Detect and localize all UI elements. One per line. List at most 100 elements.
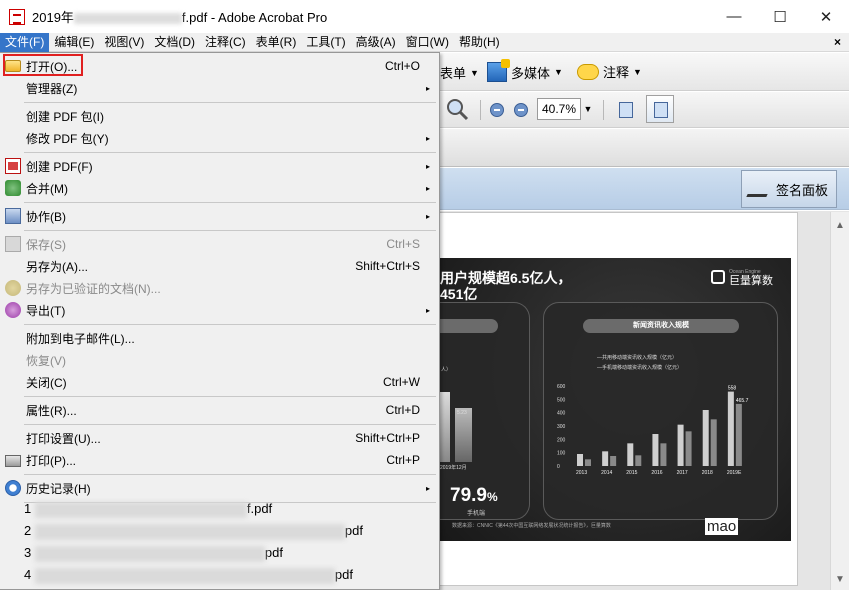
menu-item-label: 打印(P)...	[26, 453, 76, 468]
menu-item-collaborate[interactable]: 协作(B) ▸	[0, 205, 438, 227]
multimedia-toolbar-button[interactable]: 多媒体 ▼	[487, 59, 563, 82]
left-panel-month: 2019年12月	[440, 465, 467, 471]
chart-bar	[627, 443, 634, 466]
menu-advanced[interactable]: 高级(A)	[351, 33, 401, 52]
menu-item-label: 协作(B)	[26, 209, 66, 224]
menu-item-attach-email[interactable]: 附加到电子邮件(L)...	[0, 327, 438, 349]
big-number-label: 手机端	[467, 511, 486, 517]
x-tick-label: 2015	[626, 470, 637, 476]
chart-bar	[702, 410, 709, 466]
menu-comments[interactable]: 注释(C)	[200, 33, 251, 52]
recent-file-4[interactable]: 4 pdf	[24, 567, 353, 584]
slide-title-line2: 451亿	[440, 286, 478, 302]
fit-page-button[interactable]	[646, 95, 674, 123]
menu-view[interactable]: 视图(V)	[99, 33, 149, 52]
slide-logo: Ocean Engine 巨量算数	[711, 268, 773, 287]
menu-separator	[24, 152, 436, 153]
y-tick-label: 0	[557, 464, 560, 470]
menu-forms[interactable]: 表单(R)	[251, 33, 302, 52]
logo-text: 巨量算数	[729, 275, 773, 287]
signature-panel-button[interactable]: 签名面板	[741, 170, 837, 208]
zoom-dropdown-button[interactable]: ▼	[581, 98, 595, 120]
menu-item-label: 创建 PDF 包(I)	[26, 109, 104, 124]
chevron-down-icon: ▼	[470, 67, 479, 78]
forms-toolbar-button[interactable]: 表单 ▼	[440, 63, 479, 82]
slide-title: 用户规模超6.5亿人， 451亿	[440, 270, 571, 302]
menu-item-print-setup[interactable]: 打印设置(U)... Shift+Ctrl+P	[0, 427, 438, 449]
create-pdf-icon	[5, 158, 21, 174]
zoom-tool-button[interactable]	[444, 96, 472, 124]
vertical-scrollbar[interactable]: ▲ ▼	[830, 212, 849, 590]
recent-file-1[interactable]: 1 f.pdf	[24, 501, 272, 518]
menu-item-label: 打印设置(U)...	[26, 431, 101, 446]
menu-item-export[interactable]: 导出(T) ▸	[0, 299, 438, 321]
menu-item-properties[interactable]: 属性(R)... Ctrl+D	[0, 399, 438, 421]
menu-item-save-certified[interactable]: 另存为已验证的文档(N)...	[0, 277, 438, 299]
redacted-blur	[34, 501, 247, 518]
submenu-arrow-icon: ▸	[425, 161, 430, 171]
forms-label: 表单	[440, 66, 467, 81]
zoom-out-button[interactable]	[490, 103, 504, 117]
y-tick-label: 200	[557, 437, 566, 443]
close-document-button[interactable]: ×	[834, 33, 841, 52]
submenu-arrow-icon: ▸	[425, 211, 430, 221]
menu-item-create-pdf[interactable]: 创建 PDF(F) ▸	[0, 155, 438, 177]
big-number-unit: %	[486, 490, 498, 504]
zoom-in-button[interactable]	[514, 103, 528, 117]
minimize-button[interactable]: —	[711, 0, 757, 33]
x-tick-label: 2018	[702, 470, 713, 476]
export-icon	[5, 302, 21, 318]
scroll-down-icon[interactable]: ▼	[835, 574, 845, 585]
x-tick-label: 2013	[576, 470, 587, 476]
menu-item-shortcut: Ctrl+W	[383, 375, 420, 389]
recent-file-number: 4	[24, 567, 32, 582]
menu-edit[interactable]: 编辑(E)	[49, 33, 99, 52]
menu-file[interactable]: 文件(F)	[0, 32, 50, 52]
menu-item-save[interactable]: 保存(S) Ctrl+S	[0, 233, 438, 255]
menu-item-label: 创建 PDF(F)	[26, 159, 93, 174]
menu-item-revert[interactable]: 恢复(V)	[0, 349, 438, 371]
right-panel-title: 新闻资讯收入规模	[583, 319, 739, 333]
menu-separator	[24, 324, 436, 325]
fit-width-button[interactable]	[612, 96, 640, 124]
menu-item-label: 导出(T)	[26, 303, 66, 318]
menu-item-print[interactable]: 打印(P)... Ctrl+P	[0, 449, 438, 471]
menu-document[interactable]: 文档(D)	[149, 33, 200, 52]
menu-tools[interactable]: 工具(T)	[301, 33, 350, 52]
recent-file-3[interactable]: 3 pdf	[24, 545, 283, 562]
chevron-down-icon: ▼	[633, 66, 642, 77]
menu-item-create-pdf-package[interactable]: 创建 PDF 包(I)	[0, 105, 438, 127]
menu-item-history[interactable]: 历史记录(H) ▸	[0, 477, 438, 499]
bar-value-label: 465.7	[736, 398, 749, 404]
menu-item-save-as[interactable]: 另存为(A)... Shift+Ctrl+S	[0, 255, 438, 277]
menu-window[interactable]: 窗口(W)	[401, 33, 454, 52]
history-icon	[5, 480, 21, 496]
slide-title-line1: 用户规模超6.5亿人，	[440, 270, 572, 286]
income-bar-chart: 600 500 400 300 200 100 0 558 465.7 2013 2014 2015 2…	[557, 384, 749, 476]
file-menu-dropdown: 打开(O)... Ctrl+O 管理器(Z) ▸ 创建 PDF 包(I) 修改 PD…	[0, 52, 440, 590]
scroll-up-icon[interactable]: ▲	[835, 220, 845, 231]
menu-item-organizer[interactable]: 管理器(Z) ▸	[0, 77, 438, 99]
menu-item-label: 另存为(A)...	[26, 259, 88, 274]
comment-icon	[577, 63, 599, 80]
recent-file-number: 3	[24, 545, 32, 560]
menu-help[interactable]: 帮助(H)	[454, 33, 505, 52]
maximize-button[interactable]: ☐	[757, 0, 803, 33]
window-title: 2019年 f.pdf - Adobe Acrobat Pro	[32, 7, 327, 26]
close-window-button[interactable]: ✕	[803, 0, 849, 33]
printer-icon	[5, 455, 21, 467]
x-tick-label: 2016	[651, 470, 662, 476]
menu-item-close[interactable]: 关闭(C) Ctrl+W	[0, 371, 438, 393]
big-percentage: 79.9%	[450, 485, 498, 507]
menu-item-combine[interactable]: 合并(M) ▸	[0, 177, 438, 199]
recent-file-2[interactable]: 2 pdf	[24, 523, 363, 540]
recent-file-suffix: pdf	[264, 545, 283, 560]
x-tick-label: 2017	[677, 470, 688, 476]
menu-item-modify-pdf-package[interactable]: 修改 PDF 包(Y) ▸	[0, 127, 438, 149]
chart-bar	[585, 459, 591, 466]
combine-icon	[5, 180, 21, 196]
zoom-level-input[interactable]: 40.7%	[537, 98, 581, 120]
comment-toolbar-button[interactable]: 注释 ▼	[577, 62, 642, 81]
chart-bar	[710, 419, 717, 466]
chart-bar	[727, 391, 734, 466]
